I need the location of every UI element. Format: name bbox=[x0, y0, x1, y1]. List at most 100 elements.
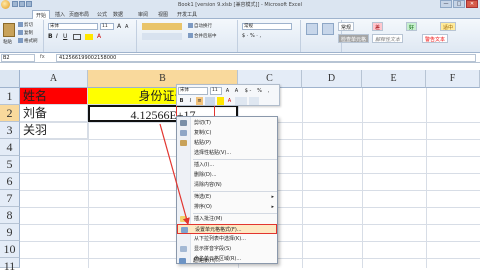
row-header-1[interactable]: 1 bbox=[0, 88, 20, 105]
hyperlink-icon bbox=[179, 258, 186, 264]
menu-item-paste-special[interactable]: 选择性粘贴(V)... bbox=[177, 148, 277, 158]
fx-icon[interactable]: fx bbox=[40, 54, 54, 62]
menu-item-insert-comment[interactable]: 插入批注(M) bbox=[177, 214, 277, 224]
font-name-select[interactable]: 宋体 bbox=[48, 23, 98, 30]
mini-font-color-icon[interactable]: A bbox=[226, 97, 233, 105]
menu-item-label: 复制(C) bbox=[194, 130, 212, 136]
window-controls: — □ ✕ bbox=[440, 0, 478, 9]
fill-color-icon[interactable] bbox=[85, 34, 93, 40]
row-header-7[interactable]: 7 bbox=[0, 190, 20, 207]
row-header-6[interactable]: 6 bbox=[0, 173, 20, 190]
mini-border-icon[interactable] bbox=[205, 96, 215, 105]
wrap-text-button[interactable]: 自动换行 bbox=[188, 23, 212, 29]
mini-size-select[interactable]: 11 bbox=[210, 86, 222, 95]
column-header-e[interactable]: E bbox=[362, 70, 426, 88]
menu-item-format-cells[interactable]: 设置单元格格式(F)... bbox=[177, 224, 277, 234]
tab-formulas[interactable]: 公式 bbox=[94, 10, 110, 19]
formula-input[interactable]: 412566199002158000 bbox=[56, 54, 476, 62]
menu-item-cut[interactable]: 剪切(T) bbox=[177, 118, 277, 128]
row-header-5[interactable]: 5 bbox=[0, 156, 20, 173]
conditional-format-icon[interactable] bbox=[306, 23, 318, 35]
merge-icon bbox=[188, 33, 193, 38]
mini-italic-button[interactable]: I bbox=[187, 97, 194, 105]
minimize-button[interactable]: — bbox=[440, 0, 452, 8]
align-top-icons[interactable] bbox=[142, 23, 182, 30]
font-color-icon[interactable]: A bbox=[97, 33, 101, 40]
row-header-10[interactable]: 10 bbox=[0, 241, 20, 258]
row-header-8[interactable]: 8 bbox=[0, 207, 20, 224]
menu-item-paste[interactable]: 粘贴(P) bbox=[177, 138, 277, 148]
close-button[interactable]: ✕ bbox=[466, 0, 478, 8]
menu-item-clear-contents[interactable]: 清除内容(N) bbox=[177, 180, 277, 190]
italic-icon[interactable]: I bbox=[56, 33, 58, 40]
menu-item-delete[interactable]: 删除(D)... bbox=[177, 170, 277, 180]
font-size-select[interactable]: 11 bbox=[100, 23, 114, 30]
column-header-a[interactable]: A bbox=[20, 70, 88, 88]
number-format-select[interactable]: 常规 bbox=[242, 23, 292, 30]
menu-item-label: 排序(O) bbox=[194, 204, 212, 210]
menu-item-show-phonetic[interactable]: 显示拼音字段(S) bbox=[177, 244, 277, 254]
menu-item-sort[interactable]: 排序(O) ▸ bbox=[177, 202, 277, 212]
mini-percent-icon[interactable]: % bbox=[256, 87, 263, 95]
row-header-2[interactable]: 2 bbox=[0, 105, 20, 122]
menu-item-insert[interactable]: 插入(I)... bbox=[177, 160, 277, 170]
mini-fill-color-icon[interactable] bbox=[217, 96, 224, 105]
style-warning[interactable]: 警告文本 bbox=[422, 34, 449, 43]
row-header-11[interactable]: 11 bbox=[0, 258, 20, 273]
select-all-corner[interactable] bbox=[0, 70, 20, 88]
style-normal[interactable]: 常规 bbox=[338, 22, 355, 31]
column-header-f[interactable]: F bbox=[426, 70, 480, 88]
menu-item-label: 选择性粘贴(V)... bbox=[194, 150, 232, 156]
format-painter-button[interactable]: 格式刷 bbox=[18, 38, 38, 44]
shrink-font-icon[interactable]: A bbox=[125, 24, 128, 30]
menu-item-label: 筛选(E) bbox=[194, 194, 212, 200]
underline-icon[interactable]: U bbox=[63, 33, 67, 40]
tab-home[interactable]: 开始 bbox=[32, 10, 51, 19]
column-header-d[interactable]: D bbox=[302, 70, 362, 88]
style-check-cell[interactable]: 检查单元格 bbox=[338, 34, 370, 43]
mini-align-center-button[interactable]: ≡ bbox=[196, 96, 203, 105]
name-box[interactable]: B2 bbox=[1, 54, 35, 62]
tab-page-layout[interactable]: 页面布局 bbox=[66, 10, 92, 19]
style-explanatory[interactable]: 解释性文本 bbox=[372, 34, 404, 43]
style-bad[interactable]: 差 bbox=[372, 22, 384, 31]
mini-number-format-icon[interactable]: $ - bbox=[242, 87, 254, 95]
maximize-button[interactable]: □ bbox=[453, 0, 465, 8]
mini-comma-icon[interactable]: , bbox=[265, 87, 272, 95]
menu-item-pick-from-list[interactable]: 从下拉列表中选择(K)... bbox=[177, 234, 277, 244]
border-icon[interactable] bbox=[73, 34, 81, 40]
menu-item-hyperlink[interactable]: 超链接(H)... bbox=[176, 256, 276, 266]
mini-grow-font-icon[interactable]: A bbox=[224, 87, 231, 95]
mini-format-painter-icon[interactable] bbox=[249, 96, 259, 105]
tab-view[interactable]: 视图 bbox=[155, 10, 171, 19]
mini-shrink-font-icon[interactable]: A bbox=[233, 87, 240, 95]
tab-data[interactable]: 数据 bbox=[110, 10, 126, 19]
style-neutral[interactable]: 适中 bbox=[440, 22, 457, 31]
cut-icon bbox=[18, 22, 23, 27]
menu-item-filter[interactable]: 筛选(E) ▸ bbox=[177, 192, 277, 202]
row-header-4[interactable]: 4 bbox=[0, 139, 20, 156]
bold-icon[interactable]: B bbox=[48, 33, 53, 40]
copy-button[interactable]: 复制 bbox=[18, 30, 33, 36]
merge-center-button[interactable]: 合并后居中 bbox=[188, 33, 217, 39]
currency-percent-icons[interactable]: $ · % · , bbox=[242, 33, 261, 39]
cell-a1[interactable]: 姓名 bbox=[20, 88, 88, 105]
row-header-9[interactable]: 9 bbox=[0, 224, 20, 241]
grow-font-icon[interactable]: A bbox=[117, 23, 121, 30]
paste-icon[interactable] bbox=[3, 23, 15, 37]
paste-button[interactable]: 粘贴 bbox=[3, 39, 12, 45]
row-header-3[interactable]: 3 bbox=[0, 122, 20, 139]
align-horizontal-icons[interactable] bbox=[142, 33, 182, 40]
table-format-icon[interactable] bbox=[322, 23, 334, 35]
mini-toolbar-row-2: B I ≡ A bbox=[178, 96, 259, 105]
cut-button[interactable]: 剪切 bbox=[18, 22, 33, 28]
cell-a3[interactable]: 关羽 bbox=[20, 122, 88, 139]
mini-font-select[interactable]: 宋体 bbox=[178, 86, 208, 95]
mini-decimal-icons[interactable] bbox=[235, 96, 247, 105]
cell-a2[interactable]: 刘备 bbox=[20, 105, 88, 122]
menu-item-copy[interactable]: 复制(C) bbox=[177, 128, 277, 138]
style-good[interactable]: 好 bbox=[406, 22, 418, 31]
tab-review[interactable]: 审阅 bbox=[135, 10, 151, 19]
tab-developer[interactable]: 开发工具 bbox=[174, 10, 200, 19]
mini-bold-button[interactable]: B bbox=[178, 97, 185, 105]
